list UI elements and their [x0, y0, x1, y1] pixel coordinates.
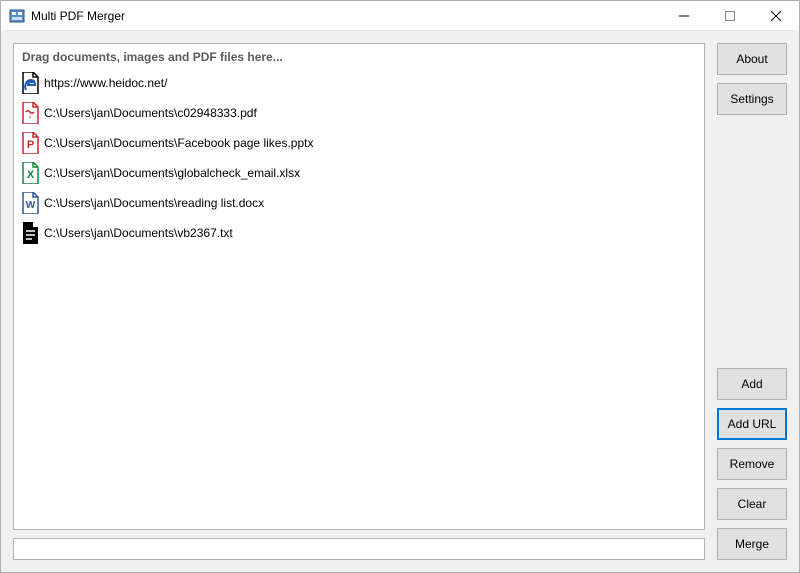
list-item[interactable]: ↓ C:\Users\jan\Documents\c02948333.pdf: [14, 98, 704, 128]
file-path: C:\Users\jan\Documents\c02948333.pdf: [44, 106, 257, 120]
settings-button[interactable]: Settings: [717, 83, 787, 115]
titlebar: Multi PDF Merger: [1, 1, 799, 31]
left-column: Drag documents, images and PDF files her…: [13, 43, 705, 560]
file-path: C:\Users\jan\Documents\Facebook page lik…: [44, 136, 313, 150]
drop-hint: Drag documents, images and PDF files her…: [14, 44, 704, 68]
file-list: https://www.heidoc.net/ ↓ C:\Users\jan\Doc…: [14, 68, 704, 248]
file-path: C:\Users\jan\Documents\globalcheck_email…: [44, 166, 300, 180]
merge-button[interactable]: Merge: [717, 528, 787, 560]
list-item[interactable]: W C:\Users\jan\Documents\reading list.doc…: [14, 188, 704, 218]
maximize-icon: [725, 11, 735, 21]
list-item[interactable]: https://www.heidoc.net/: [14, 68, 704, 98]
edge-icon: [20, 72, 40, 94]
pdf-icon: ↓: [20, 102, 40, 124]
list-item[interactable]: X C:\Users\jan\Documents\globalcheck_emai…: [14, 158, 704, 188]
maximize-button[interactable]: [707, 1, 753, 30]
file-path: https://www.heidoc.net/: [44, 76, 167, 90]
window: Multi PDF Merger Drag d: [0, 0, 800, 573]
svg-text:X: X: [27, 169, 35, 181]
minimize-icon: [679, 11, 689, 21]
txt-icon: [20, 222, 40, 244]
app-icon: [9, 8, 25, 24]
svg-text:W: W: [26, 200, 36, 211]
spacer: [717, 123, 787, 360]
about-button[interactable]: About: [717, 43, 787, 75]
list-item[interactable]: C:\Users\jan\Documents\vb2367.txt: [14, 218, 704, 248]
file-path: C:\Users\jan\Documents\reading list.docx: [44, 196, 264, 210]
add-button[interactable]: Add: [717, 368, 787, 400]
drop-area[interactable]: Drag documents, images and PDF files her…: [13, 43, 705, 530]
file-path: C:\Users\jan\Documents\vb2367.txt: [44, 226, 233, 240]
remove-button[interactable]: Remove: [717, 448, 787, 480]
xls-icon: X: [20, 162, 40, 184]
status-bar: [13, 538, 705, 560]
doc-icon: W: [20, 192, 40, 214]
right-column: About Settings Add Add URL Remove Clear …: [717, 43, 787, 560]
ppt-icon: P: [20, 132, 40, 154]
clear-button[interactable]: Clear: [717, 488, 787, 520]
svg-text:P: P: [27, 139, 34, 151]
list-item[interactable]: P C:\Users\jan\Documents\Facebook page li…: [14, 128, 704, 158]
add-url-button[interactable]: Add URL: [717, 408, 787, 440]
content-area: Drag documents, images and PDF files her…: [1, 31, 799, 572]
window-title: Multi PDF Merger: [31, 9, 661, 23]
minimize-button[interactable]: [661, 1, 707, 30]
window-controls: [661, 1, 799, 30]
close-button[interactable]: [753, 1, 799, 30]
close-icon: [771, 11, 781, 21]
